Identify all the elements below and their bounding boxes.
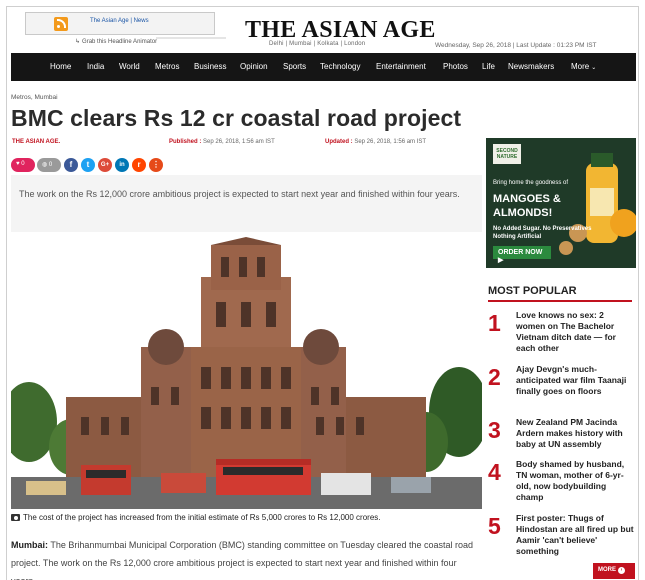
body-dateline: Mumbai:	[11, 540, 48, 550]
rss-divider	[156, 37, 226, 39]
bmc-building-image	[11, 237, 482, 509]
nav-india[interactable]: India	[87, 62, 104, 71]
edition-cities: Delhi | Mumbai | Kolkata | London	[269, 41, 366, 47]
ad-line-2: MANGOES &	[493, 193, 561, 205]
nav-newsmakers[interactable]: Newsmakers	[508, 62, 554, 71]
more-label[interactable]: MORE	[598, 567, 616, 573]
rss-label[interactable]: The Asian Age | News	[90, 18, 149, 24]
nav-more[interactable]: More ⌄	[571, 62, 596, 71]
facebook-icon[interactable]: f	[64, 158, 78, 172]
ad-line-3: ALMONDS!	[493, 207, 553, 219]
nav-metros[interactable]: Metros	[155, 62, 179, 71]
photo-caption: The cost of the project has increased fr…	[11, 513, 381, 522]
comment-count: 0	[48, 162, 53, 168]
caption-text: The cost of the project has increased fr…	[23, 513, 381, 522]
popular-headline[interactable]: Love knows no sex: 2 women on The Bachel…	[516, 310, 634, 354]
popular-headline[interactable]: Ajay Devgn's much-anticipated war film T…	[516, 364, 634, 397]
wrench-icon: ↳	[75, 39, 81, 45]
ad-line-4: No Added Sugar. No Preservatives	[493, 226, 592, 232]
arrow-right-icon: ›	[618, 567, 625, 574]
rss-headline-widget[interactable]: The Asian Age | News	[25, 12, 226, 39]
updated-label: Updated :	[325, 139, 353, 145]
updated-value: Sep 26, 2018, 1:56 am IST	[354, 139, 427, 145]
date-line: Wednesday, Sep 26, 2018 | Last Update : …	[435, 42, 597, 49]
comment-icon: ◍	[42, 162, 48, 168]
popular-headline[interactable]: Body shamed by husband, TN woman, mother…	[516, 459, 634, 503]
like-button[interactable]: ♥ 0	[11, 158, 35, 172]
nav-more-label[interactable]: More	[571, 62, 589, 71]
popular-headline[interactable]: New Zealand PM Jacinda Ardern makes hist…	[516, 417, 634, 450]
twitter-icon[interactable]: t	[81, 158, 95, 172]
popular-rank: 3	[488, 417, 501, 443]
popular-rank: 2	[488, 364, 501, 390]
most-popular-rule	[488, 300, 632, 302]
nav-sports[interactable]: Sports	[283, 62, 306, 71]
nav-business[interactable]: Business	[194, 62, 226, 71]
published-label: Published :	[169, 139, 202, 145]
nav-technology[interactable]: Technology	[320, 62, 360, 71]
most-popular-title: MOST POPULAR	[488, 285, 577, 297]
reddit-icon[interactable]: r	[132, 158, 146, 172]
page: The Asian Age | News ↳ Grab this Headline…	[6, 6, 639, 580]
like-count: 0	[21, 161, 25, 167]
advertisement[interactable]: SECOND NATURE Bring home the goodness of…	[486, 138, 636, 268]
breadcrumb[interactable]: Metros, Mumbai	[11, 94, 58, 101]
article-summary: The work on the Rs 12,000 crore ambitiou…	[11, 175, 482, 232]
nav-life[interactable]: Life	[482, 62, 495, 71]
heart-icon: ♥	[16, 161, 20, 167]
popular-rank: 1	[488, 310, 501, 336]
grab-headline-link[interactable]: ↳ Grab this Headline Animator	[75, 38, 157, 45]
comment-button[interactable]: ◍ 0	[37, 158, 61, 172]
main-nav: Home India World Metros Business Opinion…	[11, 53, 636, 81]
ad-brand-logo: SECOND NATURE	[493, 144, 521, 164]
article-photo	[11, 237, 482, 509]
nav-entertainment[interactable]: Entertainment	[376, 62, 426, 71]
published-value: Sep 26, 2018, 1:56 am IST	[203, 139, 275, 145]
ad-line-5: Nothing Artificial	[493, 234, 542, 240]
grab-text[interactable]: Grab this Headline Animator	[82, 39, 157, 45]
ad-line-1: Bring home the goodness of	[493, 180, 569, 186]
popular-rank: 5	[488, 513, 501, 539]
more-options-icon[interactable]: ⋮	[149, 158, 163, 172]
camera-icon	[11, 514, 20, 521]
article-headline: BMC clears Rs 12 cr coastal road project	[11, 105, 462, 131]
popular-headline[interactable]: First poster: Thugs of Hindostan are all…	[516, 513, 634, 557]
rss-icon	[54, 17, 68, 31]
published-date: Published : Sep 26, 2018, 1:56 am IST	[169, 139, 275, 145]
updated-date: Updated : Sep 26, 2018, 1:56 am IST	[325, 139, 426, 145]
nav-home[interactable]: Home	[50, 62, 71, 71]
ad-order-button[interactable]: ORDER NOW ▶	[493, 246, 551, 264]
popular-rank: 4	[488, 459, 501, 485]
nav-photos[interactable]: Photos	[443, 62, 468, 71]
body-text: The Brihanmumbai Municipal Corporation (…	[11, 540, 474, 580]
site-logo[interactable]: THE ASIAN AGE	[245, 17, 436, 44]
author-byline[interactable]: THE ASIAN AGE.	[12, 139, 60, 145]
article-body: Mumbai: The Brihanmumbai Municipal Corpo…	[11, 536, 481, 580]
nav-world[interactable]: World	[119, 62, 140, 71]
more-popular-button[interactable]: MORE ›	[593, 563, 635, 579]
chevron-down-icon: ⌄	[591, 65, 597, 71]
google-plus-icon[interactable]: G+	[98, 158, 112, 172]
linkedin-icon[interactable]: in	[115, 158, 129, 172]
nav-opinion[interactable]: Opinion	[240, 62, 268, 71]
